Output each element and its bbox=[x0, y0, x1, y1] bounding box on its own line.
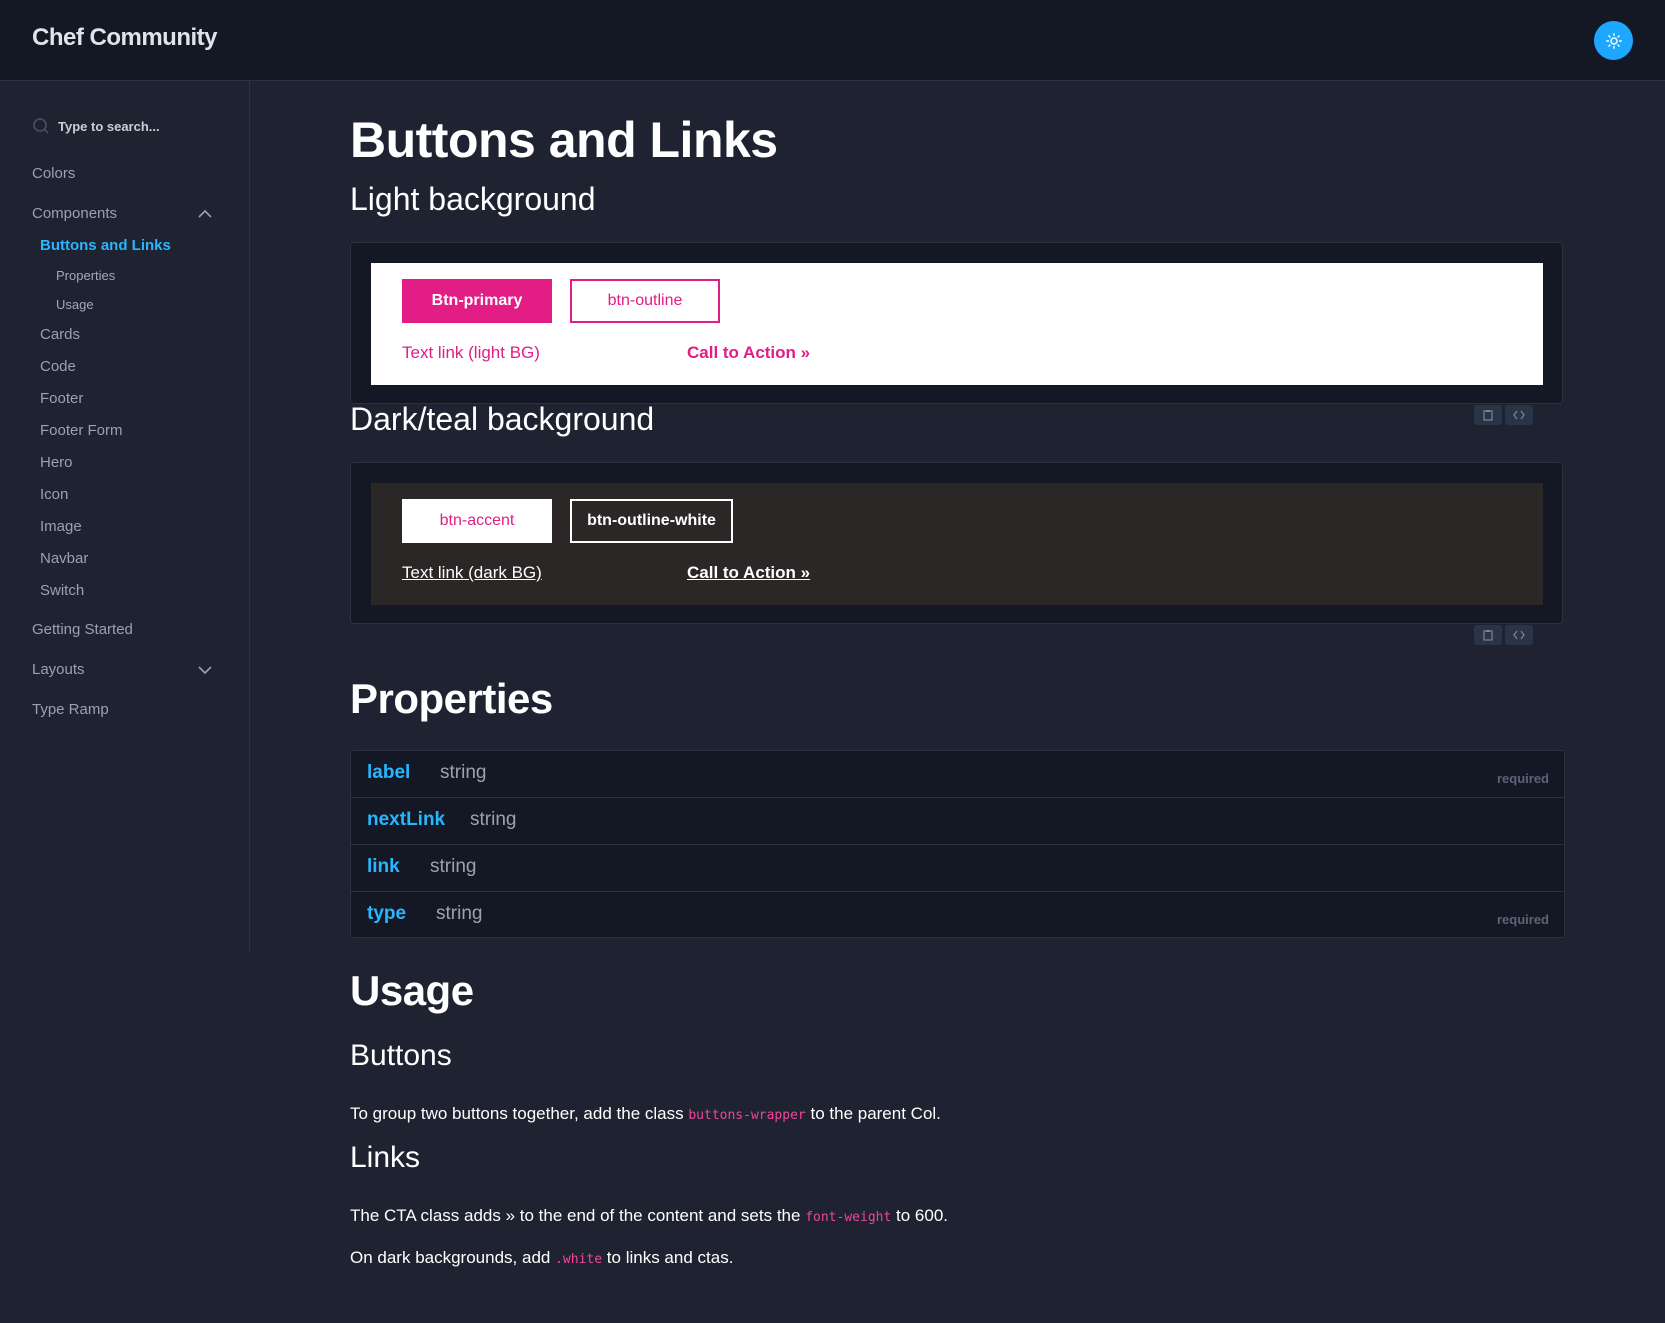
cta-link-light[interactable]: Call to Action » bbox=[687, 343, 810, 363]
page-title: Buttons and Links bbox=[350, 112, 778, 168]
dark-demo-canvas: btn-accent btn-outline-white Text link (… bbox=[371, 483, 1543, 605]
inline-code: buttons-wrapper bbox=[688, 1108, 806, 1123]
prop-type: string bbox=[436, 903, 483, 924]
prop-type: string bbox=[440, 762, 487, 783]
clipboard-icon bbox=[1483, 630, 1493, 641]
paragraph-text: The CTA class adds » to the end of the c… bbox=[350, 1206, 801, 1225]
theme-toggle-button[interactable] bbox=[1594, 21, 1633, 60]
text-link-light[interactable]: Text link (light BG) bbox=[402, 343, 540, 363]
sidebar-item-switch[interactable]: Switch bbox=[40, 582, 84, 599]
dark-background-heading: Dark/teal background bbox=[350, 401, 655, 437]
table-row: label string required bbox=[351, 751, 1564, 798]
btn-accent[interactable]: btn-accent bbox=[402, 499, 552, 543]
chevron-down-icon[interactable] bbox=[196, 661, 214, 679]
sidebar-item-properties[interactable]: Properties bbox=[56, 268, 115, 283]
paragraph-text: to links and ctas. bbox=[606, 1248, 734, 1267]
light-demo-frame: Btn-primary btn-outline Text link (light… bbox=[350, 242, 1563, 404]
btn-outline[interactable]: btn-outline bbox=[570, 279, 720, 323]
links-heading: Links bbox=[350, 1141, 421, 1174]
light-demo-actions bbox=[1474, 405, 1534, 425]
search-icon bbox=[33, 118, 49, 134]
sidebar-item-buttons-and-links[interactable]: Buttons and Links bbox=[40, 237, 171, 254]
copy-button[interactable] bbox=[1474, 405, 1502, 425]
sidebar-item-colors[interactable]: Colors bbox=[32, 165, 75, 182]
sidebar-item-code[interactable]: Code bbox=[40, 358, 76, 375]
sidebar-item-footer[interactable]: Footer bbox=[40, 390, 83, 407]
inline-code: font-weight bbox=[805, 1210, 892, 1225]
brand-logo[interactable]: Chef Community bbox=[32, 24, 218, 52]
clipboard-icon bbox=[1483, 410, 1493, 421]
prop-name: type bbox=[367, 903, 407, 924]
sidebar-item-image[interactable]: Image bbox=[40, 518, 82, 535]
btn-primary[interactable]: Btn-primary bbox=[402, 279, 552, 323]
table-row: link string bbox=[351, 845, 1564, 892]
text-link-dark[interactable]: Text link (dark BG) bbox=[402, 563, 542, 583]
links-paragraph: The CTA class adds » to the end of the c… bbox=[350, 1206, 948, 1226]
sidebar-item-hero[interactable]: Hero bbox=[40, 454, 73, 471]
prop-type: string bbox=[430, 856, 477, 877]
view-code-button[interactable] bbox=[1505, 405, 1533, 425]
cta-link-dark[interactable]: Call to Action » bbox=[687, 563, 810, 583]
paragraph-text: to 600. bbox=[896, 1206, 949, 1225]
sidebar: Colors Components Buttons and Links Prop… bbox=[0, 81, 250, 951]
paragraph-text: to the parent Col. bbox=[810, 1104, 941, 1123]
paragraph-text: To group two buttons together, add the c… bbox=[350, 1104, 684, 1123]
search-input[interactable] bbox=[58, 118, 218, 134]
properties-heading: Properties bbox=[350, 675, 553, 722]
sidebar-item-getting-started[interactable]: Getting Started bbox=[32, 621, 133, 638]
sidebar-item-usage[interactable]: Usage bbox=[56, 297, 94, 312]
btn-outline-white[interactable]: btn-outline-white bbox=[570, 499, 733, 543]
copy-button[interactable] bbox=[1474, 625, 1502, 645]
light-demo-canvas: Btn-primary btn-outline Text link (light… bbox=[371, 263, 1543, 385]
table-row: nextLink string bbox=[351, 798, 1564, 845]
required-badge: required bbox=[1496, 771, 1549, 786]
properties-table: label string required nextLink string li… bbox=[350, 750, 1565, 938]
table-row: type string required bbox=[351, 892, 1564, 939]
sidebar-item-footer-form[interactable]: Footer Form bbox=[40, 422, 123, 439]
prop-type: string bbox=[470, 809, 517, 830]
paragraph-text: On dark backgrounds, add bbox=[350, 1248, 551, 1267]
code-icon bbox=[1513, 630, 1525, 640]
buttons-paragraph: To group two buttons together, add the c… bbox=[350, 1104, 941, 1124]
top-navbar: Chef Community bbox=[0, 0, 1665, 81]
sidebar-item-type-ramp[interactable]: Type Ramp bbox=[32, 701, 109, 718]
dark-links-paragraph: On dark backgrounds, add .white to links… bbox=[350, 1248, 733, 1268]
search-box bbox=[32, 115, 222, 137]
prop-name: nextLink bbox=[367, 809, 446, 830]
sidebar-item-cards[interactable]: Cards bbox=[40, 326, 80, 343]
required-badge: required bbox=[1496, 912, 1549, 927]
inline-code: .white bbox=[555, 1252, 603, 1267]
usage-heading: Usage bbox=[350, 967, 474, 1014]
chevron-up-icon[interactable] bbox=[196, 205, 214, 223]
dark-demo-frame: btn-accent btn-outline-white Text link (… bbox=[350, 462, 1563, 624]
sidebar-item-components[interactable]: Components bbox=[32, 205, 117, 222]
light-background-heading: Light background bbox=[350, 181, 596, 217]
buttons-heading: Buttons bbox=[350, 1039, 452, 1072]
code-icon bbox=[1513, 410, 1525, 420]
sidebar-item-icon[interactable]: Icon bbox=[40, 486, 68, 503]
sidebar-item-layouts[interactable]: Layouts bbox=[32, 661, 85, 678]
dark-demo-actions bbox=[1474, 625, 1534, 645]
prop-name: link bbox=[367, 856, 400, 877]
prop-name: label bbox=[367, 762, 411, 783]
sun-icon bbox=[1605, 32, 1622, 49]
sidebar-item-navbar[interactable]: Navbar bbox=[40, 550, 88, 567]
view-code-button[interactable] bbox=[1505, 625, 1533, 645]
